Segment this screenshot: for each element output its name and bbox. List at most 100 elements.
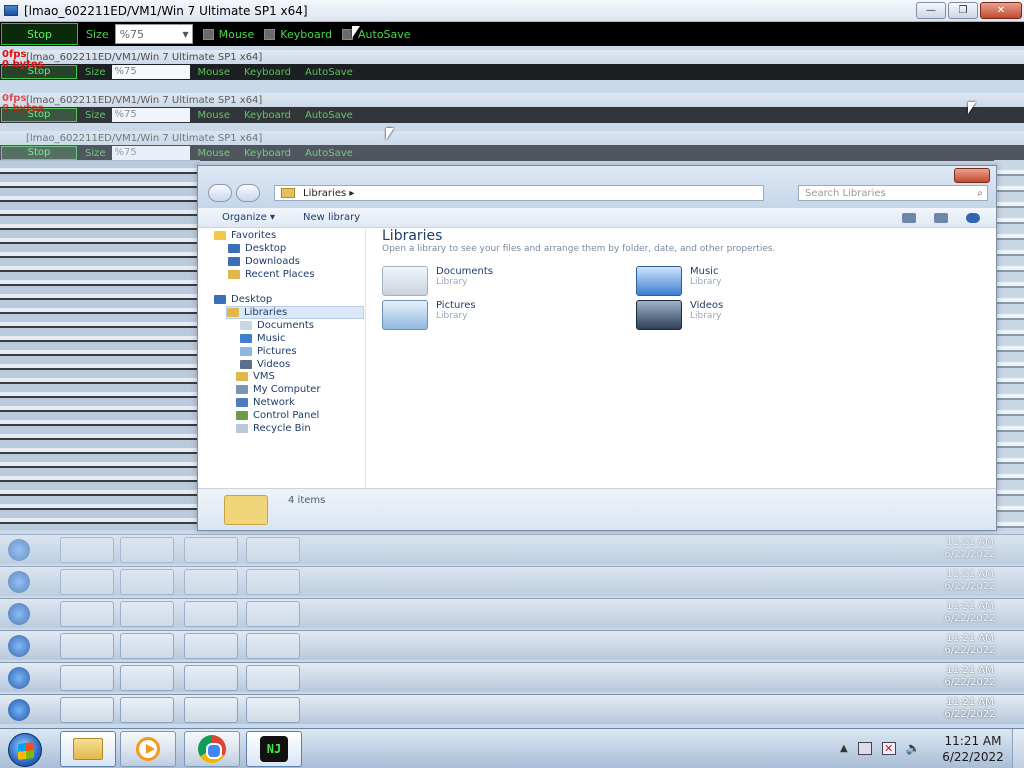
taskbar-explorer[interactable] bbox=[60, 731, 116, 767]
address-bar[interactable]: Libraries ▸ bbox=[274, 185, 764, 201]
close-button[interactable]: ✕ bbox=[980, 2, 1022, 19]
app-icon bbox=[4, 5, 18, 16]
size-value: %75 bbox=[119, 27, 145, 41]
help-icon[interactable] bbox=[966, 212, 980, 223]
nav-item-control-panel[interactable]: Control Panel bbox=[236, 410, 319, 421]
ghost-taskbar: 11:21 AM 6/22/2022 bbox=[0, 566, 1024, 596]
library-pictures[interactable]: Pictures Library bbox=[382, 300, 476, 330]
music-library-icon bbox=[636, 266, 682, 296]
recursive-trail-left bbox=[0, 160, 200, 530]
remote-toolbar: Stop Size %75 ▼ Mouse Keyboard AutoSave bbox=[0, 22, 1024, 46]
media-player-icon bbox=[136, 737, 160, 761]
ghost-taskbar: 11:21 AM 6/22/2022 bbox=[0, 662, 1024, 692]
keyboard-checkbox[interactable] bbox=[264, 28, 276, 40]
stop-button[interactable]: Stop bbox=[1, 23, 78, 45]
nav-item-vms[interactable]: VMS bbox=[236, 371, 275, 382]
show-hidden-icons-icon[interactable]: ▲ bbox=[840, 743, 848, 754]
content-subtitle: Open a library to see your files and arr… bbox=[382, 244, 776, 254]
ghost-taskbar: 11:21 AM 6/22/2022 bbox=[0, 598, 1024, 628]
explorer-close-button[interactable] bbox=[954, 168, 990, 183]
ghost-taskbar: 11:21 AM 6/22/2022 bbox=[0, 630, 1024, 660]
minimize-button[interactable]: — bbox=[916, 2, 946, 19]
navigation-pane: Favorites Desktop Downloads Recent Place… bbox=[198, 228, 366, 488]
windows-logo-icon bbox=[18, 742, 34, 760]
pictures-library-icon bbox=[382, 300, 428, 330]
nav-item-favorites[interactable]: Favorites bbox=[214, 230, 276, 241]
nav-item-recent-places[interactable]: Recent Places bbox=[228, 269, 315, 280]
nav-item-downloads[interactable]: Downloads bbox=[228, 256, 300, 267]
mouse-cursor-icon bbox=[352, 26, 360, 38]
details-pane: 4 items bbox=[198, 488, 996, 530]
network-disconnected-icon[interactable]: ✕ bbox=[881, 741, 896, 755]
explorer-toolbar: Organize ▾ New library bbox=[198, 208, 996, 228]
content-pane: Libraries Open a library to see your fil… bbox=[366, 228, 998, 488]
maximize-icon: ❐ bbox=[958, 5, 968, 16]
size-select[interactable]: %75 ▼ bbox=[114, 24, 193, 44]
fps-overlay: 0fps 0 bytes bbox=[2, 49, 44, 70]
mouse-checkbox[interactable] bbox=[202, 28, 214, 40]
njrat-icon: NJ bbox=[260, 736, 288, 762]
mouse-cursor-icon bbox=[386, 128, 394, 140]
nav-item-recycle-bin[interactable]: Recycle Bin bbox=[236, 423, 311, 434]
ghost-layer: [lmao_602211ED/VM1/Win 7 Ultimate SP1 x6… bbox=[0, 93, 1024, 123]
taskbar-njrat[interactable]: NJ bbox=[246, 731, 302, 767]
new-library-button[interactable]: New library bbox=[303, 212, 360, 223]
clock-date: 6/22/2022 bbox=[942, 750, 1004, 764]
window-titlebar: [lmao_602211ED/VM1/Win 7 Ultimate SP1 x6… bbox=[0, 0, 1024, 22]
nav-item-desktop-root[interactable]: Desktop bbox=[214, 294, 272, 305]
system-tray: ▲ ✕ 🔈 bbox=[840, 741, 921, 755]
taskbar: NJ ▲ ✕ 🔈 11:21 AM 6/22/2022 bbox=[0, 728, 1024, 768]
chevron-down-icon: ▼ bbox=[182, 29, 189, 39]
ghost-taskbar: 11:21 AM 6/22/2022 bbox=[0, 534, 1024, 564]
view-options-icon[interactable] bbox=[902, 212, 916, 223]
maximize-button[interactable]: ❐ bbox=[948, 2, 978, 19]
nav-item-music[interactable]: Music bbox=[240, 333, 285, 344]
preview-pane-icon[interactable] bbox=[934, 212, 948, 223]
forward-button[interactable] bbox=[236, 184, 260, 202]
documents-library-icon bbox=[382, 266, 428, 296]
libraries-folder-icon bbox=[224, 495, 268, 525]
ghost-taskbar: 11:21 AM 6/22/2022 bbox=[0, 694, 1024, 724]
explorer-header: Libraries ▸ Search Libraries ⌕ bbox=[198, 166, 996, 208]
nav-item-pictures[interactable]: Pictures bbox=[240, 346, 297, 357]
taskbar-clock[interactable]: 11:21 AM 6/22/2022 bbox=[938, 733, 1008, 765]
library-music[interactable]: Music Library bbox=[636, 266, 721, 296]
nav-item-libraries[interactable]: Libraries bbox=[226, 306, 364, 319]
search-placeholder: Search Libraries bbox=[805, 187, 886, 199]
nav-item-network[interactable]: Network bbox=[236, 397, 295, 408]
taskbar-chrome[interactable] bbox=[184, 731, 240, 767]
explorer-window[interactable]: Libraries ▸ Search Libraries ⌕ Organize … bbox=[197, 165, 997, 531]
videos-library-icon bbox=[636, 300, 682, 330]
ghost-layer: [lmao_602211ED/VM1/Win 7 Ultimate SP1 x6… bbox=[0, 131, 1024, 161]
nav-item-documents[interactable]: Documents bbox=[240, 320, 314, 331]
organize-button[interactable]: Organize ▾ bbox=[222, 212, 275, 223]
nav-item-desktop[interactable]: Desktop bbox=[228, 243, 286, 254]
mouse-label: Mouse bbox=[218, 27, 255, 41]
content-title: Libraries bbox=[382, 228, 443, 244]
library-videos[interactable]: Videos Library bbox=[636, 300, 723, 330]
start-button[interactable] bbox=[8, 733, 42, 767]
show-desktop-button[interactable] bbox=[1012, 729, 1024, 768]
action-center-icon[interactable] bbox=[857, 741, 872, 755]
library-documents[interactable]: Documents Library bbox=[382, 266, 493, 296]
address-text: Libraries ▸ bbox=[303, 187, 355, 199]
folder-icon bbox=[73, 738, 103, 760]
size-label: Size bbox=[86, 27, 109, 41]
close-icon: ✕ bbox=[996, 5, 1006, 16]
search-icon: ⌕ bbox=[977, 187, 983, 199]
folder-icon bbox=[281, 188, 295, 198]
ghost-layer: [lmao_602211ED/VM1/Win 7 Ultimate SP1 x6… bbox=[0, 50, 1024, 80]
keyboard-label: Keyboard bbox=[280, 27, 333, 41]
mouse-cursor-icon bbox=[968, 102, 976, 114]
volume-icon[interactable]: 🔈 bbox=[906, 741, 921, 755]
taskbar-media-player[interactable] bbox=[120, 731, 176, 767]
item-count: 4 items bbox=[288, 495, 326, 506]
nav-item-videos[interactable]: Videos bbox=[240, 359, 290, 370]
chrome-icon bbox=[198, 735, 226, 763]
back-button[interactable] bbox=[208, 184, 232, 202]
fps-overlay: 0fps 0 bytes bbox=[2, 93, 44, 114]
window-title: [lmao_602211ED/VM1/Win 7 Ultimate SP1 x6… bbox=[24, 3, 308, 18]
nav-item-my-computer[interactable]: My Computer bbox=[236, 384, 320, 395]
clock-time: 11:21 AM bbox=[944, 734, 1002, 748]
search-input[interactable]: Search Libraries ⌕ bbox=[798, 185, 988, 201]
